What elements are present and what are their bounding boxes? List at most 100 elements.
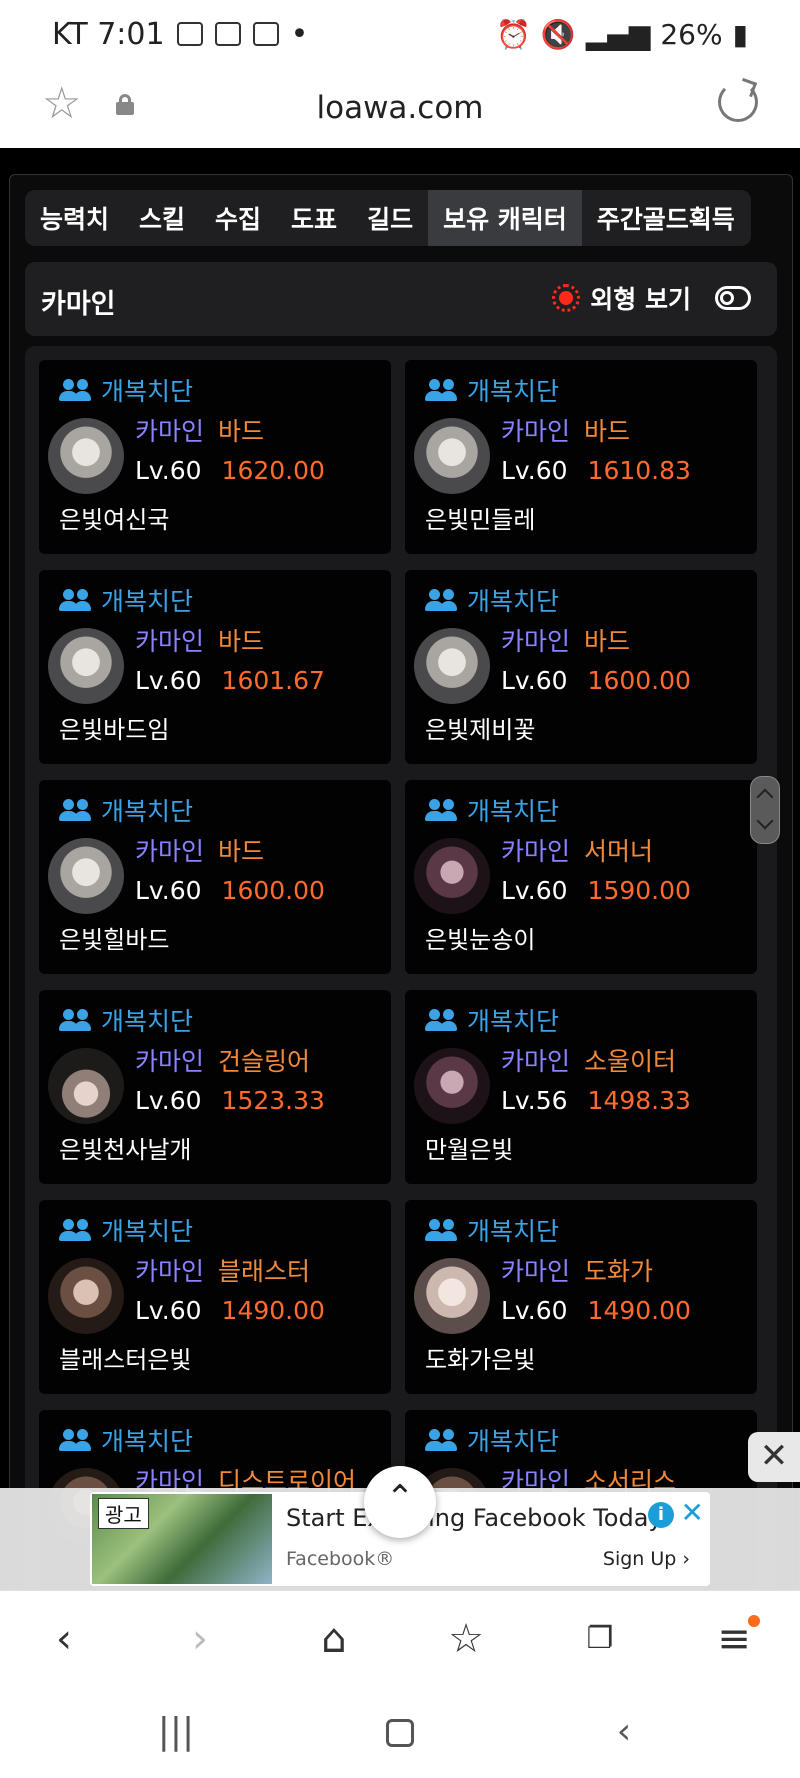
- battery-icon: ▮: [732, 17, 748, 51]
- character-name[interactable]: 은빛바드임: [59, 710, 169, 745]
- reload-icon[interactable]: [718, 82, 758, 122]
- toggle-switch-icon[interactable]: [715, 286, 751, 310]
- character-name[interactable]: 만월은빛: [425, 1130, 513, 1165]
- scroll-up-icon[interactable]: [756, 788, 774, 806]
- ad-close-button[interactable]: ✕: [748, 1432, 800, 1482]
- character-class: 도화가: [584, 1257, 654, 1286]
- character-card[interactable]: 개복치단 카마인 블래스터 Lv.60 1490.00 블래스터은빛: [39, 1200, 391, 1394]
- level-row: Lv.60 1523.33: [135, 1086, 325, 1115]
- character-name[interactable]: 은빛민들레: [425, 500, 535, 535]
- guild-users-icon: [59, 589, 91, 611]
- character-server: 카마인: [501, 837, 571, 866]
- tab-guild[interactable]: 길드: [352, 190, 428, 246]
- url-text[interactable]: loawa.com: [0, 90, 800, 126]
- character-name[interactable]: 은빛눈송이: [425, 920, 535, 955]
- guild-users-icon: [425, 1429, 457, 1451]
- ad-info-icon[interactable]: i: [648, 1502, 674, 1528]
- character-server: 카마인: [501, 627, 571, 656]
- level-row: Lv.60 1600.00: [135, 876, 325, 905]
- class-row: 카마인 도화가: [501, 1252, 653, 1288]
- character-avatar: [414, 1258, 490, 1334]
- tab-weekly-gold[interactable]: 주간골드획득: [582, 190, 750, 246]
- appearance-toggle-label: 외형 보기: [590, 285, 691, 314]
- forward-icon[interactable]: ›: [170, 1611, 230, 1667]
- character-name[interactable]: 은빛제비꽃: [425, 710, 535, 745]
- tab-skills[interactable]: 스킬: [124, 190, 200, 246]
- character-name[interactable]: 은빛여신국: [59, 500, 169, 535]
- character-level: Lv.60: [501, 1296, 568, 1325]
- class-row: 카마인 바드: [501, 622, 630, 658]
- tab-collection[interactable]: 수집: [200, 190, 276, 246]
- ad-label: 광고: [98, 1498, 149, 1529]
- tab-owned-characters[interactable]: 보유 캐릭터: [428, 190, 582, 246]
- character-avatar: [414, 628, 490, 704]
- character-card[interactable]: 개복치단 카마인 바드 Lv.60 1610.83 은빛민들레: [405, 360, 757, 554]
- home-icon[interactable]: ⌂: [304, 1611, 364, 1667]
- guild-users-icon: [425, 1219, 457, 1241]
- back-icon[interactable]: ‹: [34, 1611, 94, 1667]
- character-card[interactable]: 개복치단 카마인 바드 Lv.60 1620.00 은빛여신국: [39, 360, 391, 554]
- level-row: Lv.60 1610.83: [501, 456, 691, 485]
- character-avatar: [48, 1048, 124, 1124]
- scroll-to-top-button[interactable]: ⌃: [364, 1466, 436, 1538]
- character-server: 카마인: [135, 1047, 205, 1076]
- status-time: KT 7:01: [52, 16, 165, 52]
- character-card[interactable]: 개복치단 카마인 도화가 Lv.60 1490.00 도화가은빛: [405, 1200, 757, 1394]
- browser-url-bar: ☆ loawa.com: [0, 68, 800, 148]
- guild-row: 개복치단: [59, 1002, 193, 1038]
- system-nav: ||| ‹: [0, 1686, 800, 1778]
- character-name[interactable]: 블래스터은빛: [59, 1340, 191, 1375]
- bookmarks-icon[interactable]: ☆: [436, 1611, 496, 1667]
- character-name[interactable]: 도화가은빛: [425, 1340, 535, 1375]
- guild-users-icon: [425, 379, 457, 401]
- character-avatar: [414, 838, 490, 914]
- character-name[interactable]: 은빛천사날개: [59, 1130, 191, 1165]
- voicemail-notification-icon: [214, 22, 241, 46]
- guild-name: 개복치단: [467, 797, 560, 826]
- tab-charts[interactable]: 도표: [276, 190, 352, 246]
- guild-name: 개복치단: [467, 1007, 560, 1036]
- alarm-icon: ⏰: [495, 17, 531, 51]
- level-row: Lv.60 1490.00: [501, 1296, 691, 1325]
- character-card[interactable]: 개복치단 카마인 소울이터 Lv.56 1498.33 만월은빛: [405, 990, 757, 1184]
- character-avatar: [414, 418, 490, 494]
- scroll-down-icon[interactable]: [756, 812, 774, 830]
- class-row: 카마인 바드: [135, 412, 264, 448]
- sun-icon: [552, 284, 581, 312]
- more-notifications-dot-icon: •: [290, 16, 309, 52]
- ad-title[interactable]: Start Exploring Facebook Today: [286, 1504, 663, 1532]
- ad-dismiss-icon[interactable]: ✕: [681, 1496, 704, 1529]
- character-card[interactable]: 개복치단 카마인 건슬링어 Lv.60 1523.33 은빛천사날개: [39, 990, 391, 1184]
- character-name[interactable]: 은빛힐바드: [59, 920, 169, 955]
- tabs-icon[interactable]: ❐: [570, 1611, 630, 1667]
- class-row: 카마인 서머너: [501, 832, 653, 868]
- character-card[interactable]: 개복치단 카마인 바드 Lv.60 1600.00 은빛힐바드: [39, 780, 391, 974]
- ad-source: Facebook®: [286, 1548, 395, 1570]
- guild-name: 개복치단: [101, 1217, 194, 1246]
- menu-icon[interactable]: ≡: [704, 1611, 764, 1667]
- ad-signup-link[interactable]: Sign Up ›: [603, 1548, 690, 1570]
- character-level: Lv.60: [135, 1086, 202, 1115]
- level-row: Lv.60 1590.00: [501, 876, 691, 905]
- tab-stats[interactable]: 능력치: [25, 190, 124, 246]
- character-class: 바드: [584, 627, 631, 656]
- guild-name: 개복치단: [101, 797, 194, 826]
- back-button-icon[interactable]: ‹: [594, 1708, 654, 1756]
- guild-name: 개복치단: [467, 377, 560, 406]
- character-class: 소울이터: [584, 1047, 677, 1076]
- character-server: 카마인: [501, 417, 571, 446]
- calendar-notification-icon: [252, 22, 279, 46]
- home-button-icon[interactable]: [370, 1708, 430, 1756]
- character-card[interactable]: 개복치단 카마인 바드 Lv.60 1601.67 은빛바드임: [39, 570, 391, 764]
- character-level: Lv.60: [501, 456, 568, 485]
- character-card[interactable]: 개복치단 카마인 서머너 Lv.60 1590.00 은빛눈송이: [405, 780, 757, 974]
- recent-apps-icon[interactable]: |||: [146, 1708, 206, 1756]
- item-level: 1490.00: [221, 1296, 325, 1325]
- class-row: 카마인 바드: [135, 622, 264, 658]
- appearance-toggle[interactable]: 외형 보기: [552, 280, 751, 316]
- guild-name: 개복치단: [467, 1217, 560, 1246]
- character-card[interactable]: 개복치단 카마인 바드 Lv.60 1600.00 은빛제비꽃: [405, 570, 757, 764]
- scroll-control[interactable]: [750, 776, 780, 844]
- class-row: 카마인 바드: [501, 412, 630, 448]
- guild-name: 개복치단: [101, 1007, 194, 1036]
